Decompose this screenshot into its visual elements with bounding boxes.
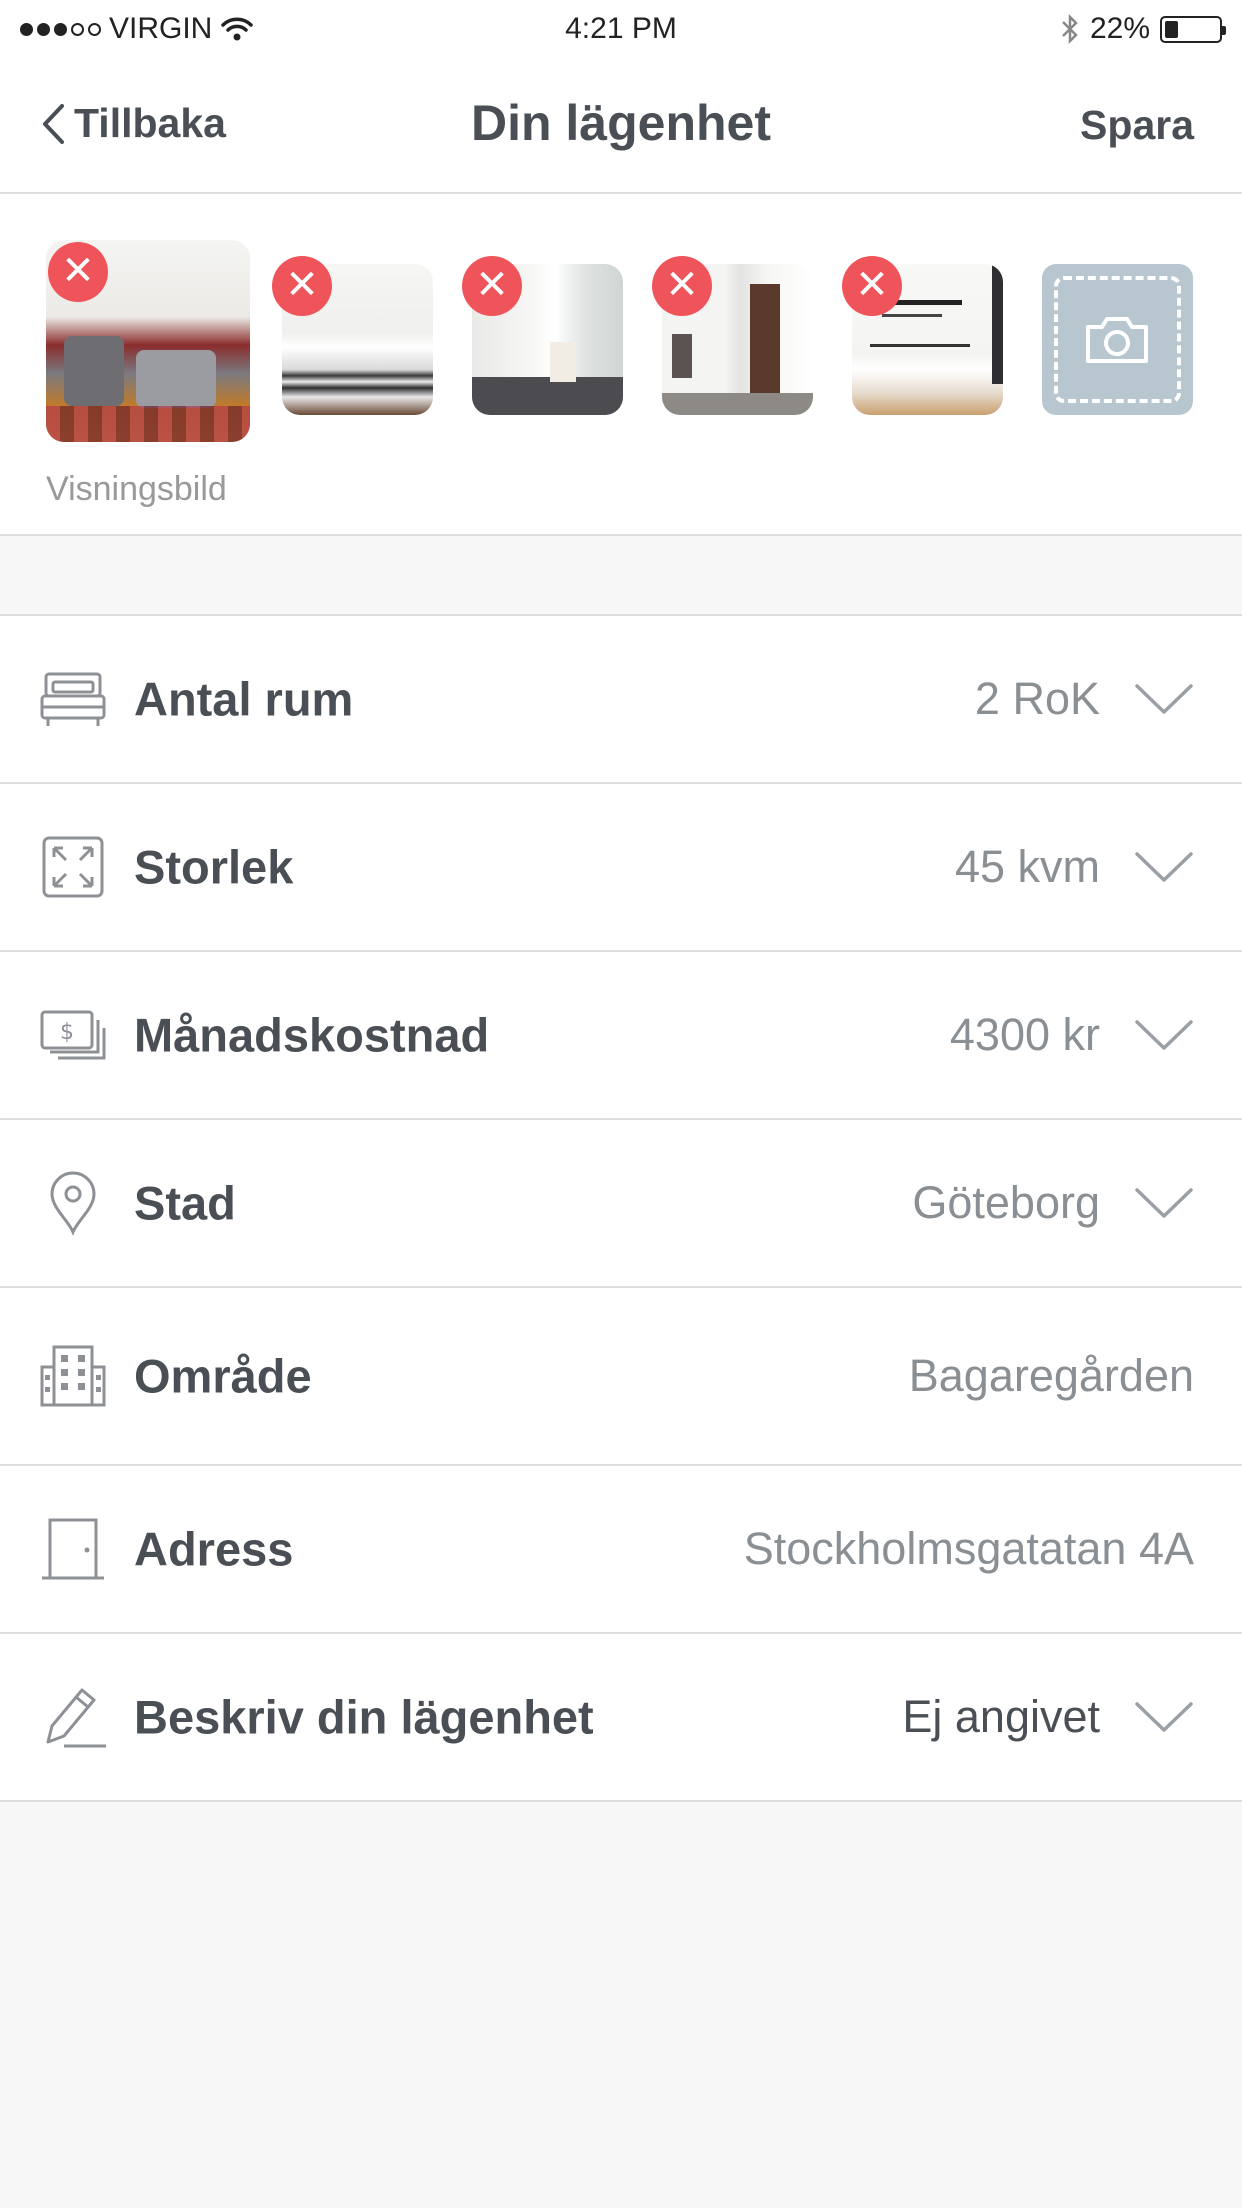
navigation-bar: Tillbaka Din lägenhet Spara	[0, 58, 1242, 194]
row-value: 4300 kr	[949, 1009, 1100, 1060]
row-label: Stad	[134, 1176, 236, 1230]
camera-icon	[1086, 317, 1148, 363]
chevron-down-icon	[1135, 1020, 1193, 1050]
delete-photo-button[interactable]: ✕	[48, 242, 108, 302]
row-address[interactable]: Adress Stockholmsgatatan 4A	[0, 1466, 1242, 1634]
row-label: Adress	[134, 1522, 294, 1576]
row-rooms[interactable]: Antal rum 2 RoK	[0, 616, 1242, 784]
row-value: Göteborg	[912, 1177, 1100, 1228]
bluetooth-icon	[1062, 13, 1078, 45]
display-image-label: Visningsbild	[46, 470, 227, 508]
battery-icon	[1160, 15, 1226, 43]
status-bar: VIRGIN 4:21 PM 22%	[0, 0, 1242, 58]
add-photo-button[interactable]	[1042, 264, 1193, 415]
section-spacer	[0, 536, 1242, 616]
status-right: 22%	[1060, 12, 1226, 46]
save-button[interactable]: Spara	[1080, 102, 1194, 149]
apartment-details-list: Antal rum 2 RoK Storlek 45 kvm $ Månadsk…	[0, 616, 1242, 1802]
row-size[interactable]: Storlek 45 kvm	[0, 784, 1242, 952]
row-label: Storlek	[134, 840, 294, 894]
chevron-down-icon	[1135, 1188, 1193, 1218]
delete-photo-button[interactable]: ✕	[462, 256, 522, 316]
building-icon	[40, 1345, 106, 1407]
bed-icon	[40, 672, 106, 726]
row-city[interactable]: Stad Göteborg	[0, 1120, 1242, 1288]
row-value: Bagaregården	[908, 1350, 1194, 1401]
chevron-down-icon	[1135, 852, 1193, 882]
row-description[interactable]: Beskriv din lägenhet Ej angivet	[0, 1634, 1242, 1802]
expand-icon	[42, 836, 104, 898]
row-value: Ej angivet	[902, 1691, 1100, 1742]
row-monthly-cost[interactable]: $ Månadskostnad 4300 kr	[0, 952, 1242, 1120]
status-time: 4:21 PM	[565, 12, 677, 45]
chevron-down-icon	[1135, 684, 1193, 714]
battery-percent: 22%	[1089, 12, 1150, 45]
row-value: Stockholmsgatatan 4A	[743, 1523, 1194, 1574]
page-title: Din lägenhet	[470, 95, 772, 151]
row-label: Månadskostnad	[134, 1008, 490, 1062]
photo-gallery: ✕ ✕ ✕ ✕ ✕ Visningsbild	[0, 194, 1242, 536]
delete-photo-button[interactable]: ✕	[842, 256, 902, 316]
pencil-icon	[46, 1688, 106, 1748]
money-icon: $	[40, 1010, 106, 1060]
delete-photo-button[interactable]: ✕	[272, 256, 332, 316]
row-value: 45 kvm	[954, 841, 1100, 892]
row-label: Beskriv din lägenhet	[134, 1690, 594, 1744]
row-value: 2 RoK	[974, 673, 1100, 724]
row-label: Antal rum	[134, 672, 354, 726]
chevron-down-icon	[1135, 1702, 1193, 1732]
row-area[interactable]: Område Bagaregården	[0, 1288, 1242, 1466]
door-icon	[42, 1518, 104, 1580]
location-pin-icon	[50, 1171, 96, 1236]
delete-photo-button[interactable]: ✕	[652, 256, 712, 316]
svg-text:$: $	[60, 1020, 74, 1045]
row-label: Område	[134, 1349, 312, 1403]
